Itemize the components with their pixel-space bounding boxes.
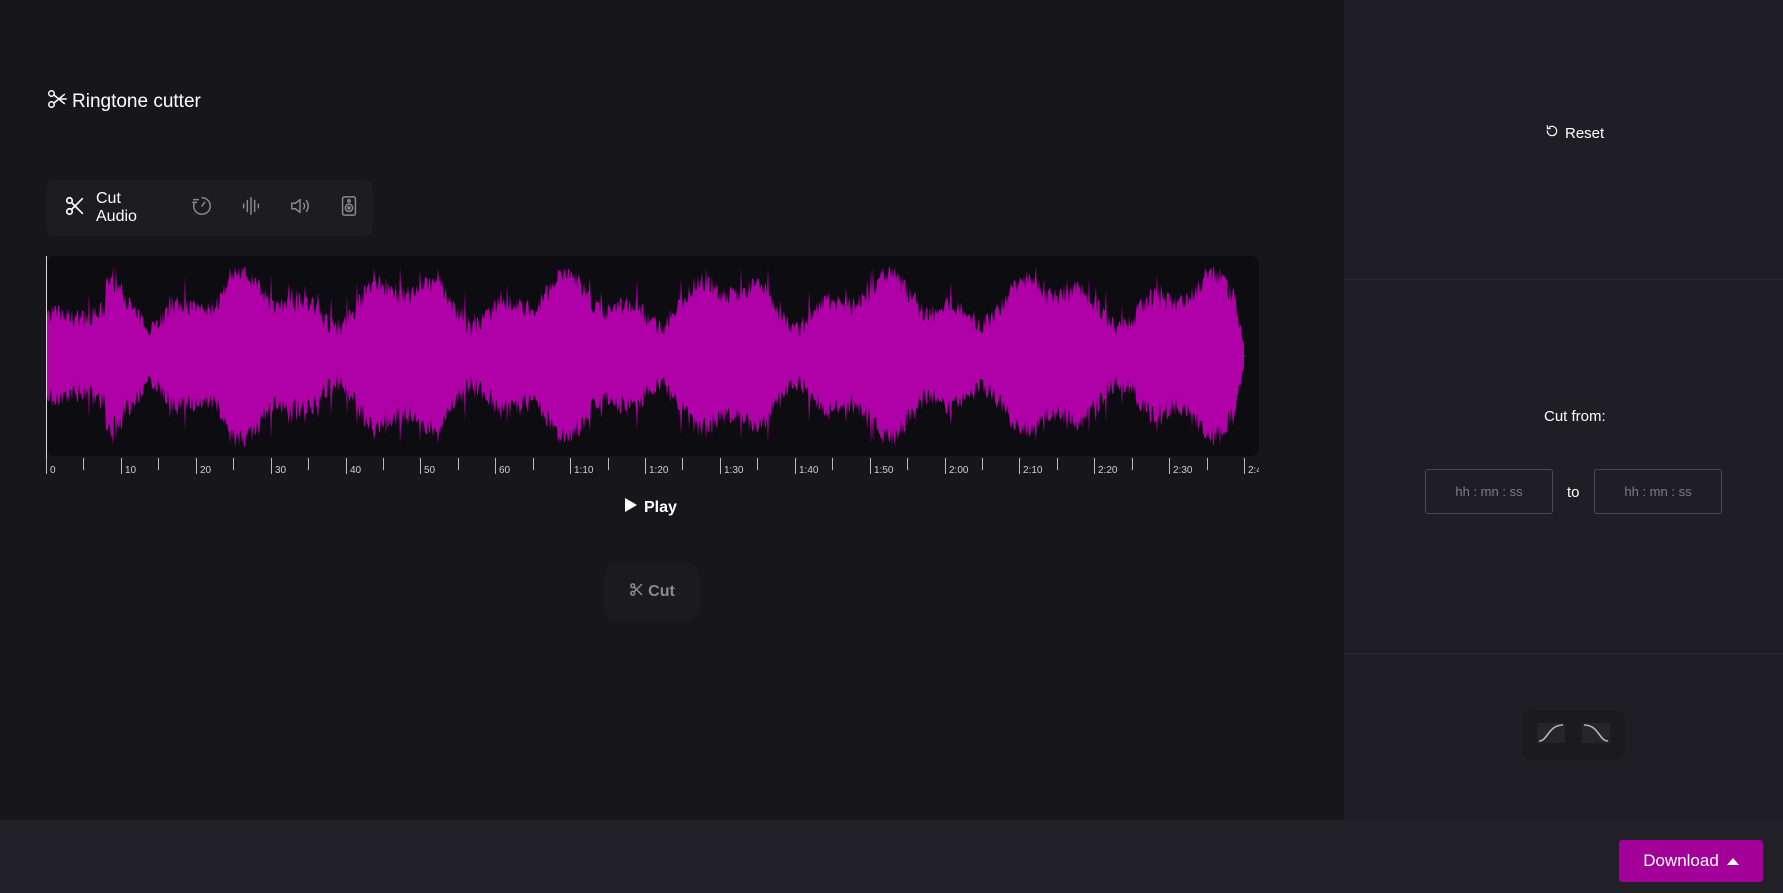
scissors-wave-icon bbox=[46, 88, 68, 116]
start-time-input[interactable] bbox=[1425, 469, 1553, 514]
timeline-tick bbox=[720, 458, 721, 474]
end-time-input[interactable] bbox=[1594, 469, 1722, 514]
timeline-minor-tick bbox=[308, 458, 309, 470]
to-label: to bbox=[1567, 484, 1580, 501]
timeline-tick bbox=[945, 458, 946, 474]
download-label: Download bbox=[1643, 851, 1719, 870]
timeline-label: 50 bbox=[424, 465, 436, 476]
play-icon bbox=[624, 497, 638, 518]
play-label: Play bbox=[644, 498, 677, 516]
timeline-tick bbox=[1094, 458, 1095, 474]
audio-waveform[interactable] bbox=[46, 256, 1259, 456]
timeline-minor-tick bbox=[832, 458, 833, 470]
timeline-tick bbox=[196, 458, 197, 474]
timeline-label: 30 bbox=[275, 465, 287, 476]
timeline-label: 60 bbox=[499, 465, 511, 476]
equalizer-tab[interactable] bbox=[226, 180, 275, 236]
app-title-text: Ringtone cutter bbox=[72, 91, 201, 112]
cut-label: Cut bbox=[648, 583, 675, 600]
timeline-tick bbox=[570, 458, 571, 474]
cut-button[interactable]: Cut bbox=[604, 563, 700, 621]
timeline-minor-tick bbox=[1207, 458, 1208, 470]
timeline-tick bbox=[1244, 458, 1245, 474]
timeline-label: 10 bbox=[125, 465, 137, 476]
volume-tab[interactable] bbox=[275, 180, 324, 236]
time-ruler: 0 10 20 30 40 50 60 1:10 1:20 1:30 1:40 1:50 2:00 2:1… bbox=[46, 456, 1259, 478]
scissors-icon bbox=[629, 582, 644, 602]
speaker-tab[interactable] bbox=[324, 180, 373, 236]
fade-out-icon bbox=[1581, 721, 1611, 750]
fade-in-icon bbox=[1536, 721, 1566, 750]
timeline-minor-tick bbox=[1057, 458, 1058, 470]
timeline-label: 2:30 bbox=[1173, 465, 1193, 476]
timeline-label: 2:00 bbox=[949, 465, 969, 476]
timeline-label: 1:30 bbox=[724, 465, 744, 476]
timeline-minor-tick bbox=[608, 458, 609, 470]
reset-icon bbox=[1545, 124, 1559, 142]
timeline-tick bbox=[795, 458, 796, 474]
playhead-cursor[interactable] bbox=[46, 256, 47, 474]
timeline-tick bbox=[420, 458, 421, 474]
timeline-label: 1:20 bbox=[649, 465, 669, 476]
waveform-path bbox=[46, 266, 1244, 447]
timeline-tick bbox=[1169, 458, 1170, 474]
timeline-minor-tick bbox=[158, 458, 159, 470]
caret-up-icon bbox=[1726, 857, 1739, 865]
timeline-label: 20 bbox=[200, 465, 212, 476]
side-divider bbox=[1344, 279, 1783, 280]
app-title: Ringtone cutter bbox=[46, 88, 201, 116]
speed-icon bbox=[191, 195, 213, 222]
timeline-tick bbox=[870, 458, 871, 474]
scissors-icon bbox=[64, 195, 86, 222]
cut-audio-label: Cut Audio bbox=[96, 190, 137, 225]
timeline-minor-tick bbox=[383, 458, 384, 470]
fade-in-button[interactable] bbox=[1533, 721, 1569, 749]
fade-out-button[interactable] bbox=[1578, 721, 1614, 749]
timeline-label: 40 bbox=[350, 465, 362, 476]
waveform-graphic bbox=[46, 266, 1245, 447]
timeline-minor-tick bbox=[458, 458, 459, 470]
timeline-tick bbox=[271, 458, 272, 474]
timeline-minor-tick bbox=[233, 458, 234, 470]
waveform-bars-icon bbox=[240, 195, 262, 222]
timeline-label: 1:40 bbox=[799, 465, 819, 476]
timeline-minor-tick bbox=[907, 458, 908, 470]
timeline-minor-tick bbox=[533, 458, 534, 470]
side-divider bbox=[1344, 653, 1783, 654]
reset-label: Reset bbox=[1565, 124, 1605, 142]
reset-button[interactable]: Reset bbox=[1545, 124, 1604, 142]
timeline-tick bbox=[495, 458, 496, 474]
timeline-label: 1:50 bbox=[874, 465, 894, 476]
timeline-label: 2:10 bbox=[1023, 465, 1043, 476]
timeline-minor-tick bbox=[682, 458, 683, 470]
timeline-minor-tick bbox=[982, 458, 983, 470]
cut-audio-tab[interactable]: Cut Audio bbox=[64, 180, 163, 236]
timeline-label: 2:20 bbox=[1098, 465, 1118, 476]
footer-bar bbox=[0, 820, 1783, 893]
tools-toolbar: Cut Audio bbox=[46, 180, 373, 236]
speed-tab[interactable] bbox=[177, 180, 226, 236]
timeline-tick bbox=[645, 458, 646, 474]
timeline-minor-tick bbox=[1132, 458, 1133, 470]
cut-from-label: Cut from: bbox=[1544, 408, 1606, 425]
timeline-label: 2:40 bbox=[1248, 465, 1259, 476]
timeline-minor-tick bbox=[83, 458, 84, 470]
timeline-tick bbox=[1019, 458, 1020, 474]
timeline-tick bbox=[46, 458, 47, 474]
timeline-label: 0 bbox=[50, 465, 56, 476]
download-button[interactable]: Download bbox=[1619, 840, 1763, 882]
timeline-tick bbox=[346, 458, 347, 474]
play-button[interactable]: Play bbox=[624, 497, 677, 518]
timeline-label: 1:10 bbox=[574, 465, 594, 476]
timeline-minor-tick bbox=[757, 458, 758, 470]
volume-icon bbox=[289, 195, 311, 222]
timeline-tick bbox=[121, 458, 122, 474]
fade-controls bbox=[1522, 710, 1625, 760]
speaker-icon bbox=[338, 195, 360, 222]
